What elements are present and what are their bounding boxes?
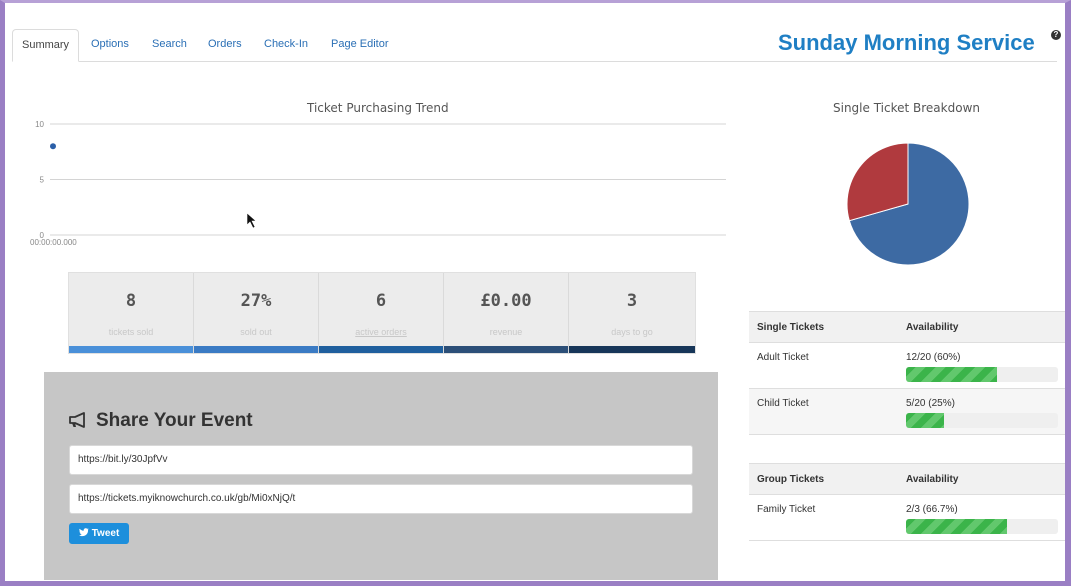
- tweet-button[interactable]: Tweet: [69, 523, 129, 544]
- stat-label: days to go: [611, 327, 653, 337]
- availability-bar-fill: [906, 519, 1008, 534]
- group-tickets-table: Group Tickets Availability Family Ticket…: [749, 463, 1065, 541]
- stat-sold-out: 27% sold out: [194, 273, 319, 353]
- trend-chart-title: Ticket Purchasing Trend: [307, 101, 449, 115]
- share-panel: Share Your Event https://bit.ly/30JpfVv …: [44, 372, 718, 580]
- short-url-field[interactable]: https://bit.ly/30JpfVv: [69, 445, 693, 475]
- table-header: Single Tickets Availability: [749, 311, 1065, 343]
- table-row: Child Ticket 5/20 (25%): [749, 389, 1065, 435]
- ticket-name: Family Ticket: [757, 504, 816, 515]
- header-tickets: Single Tickets: [757, 322, 825, 333]
- stat-label[interactable]: active orders: [319, 327, 443, 337]
- stats-panel: 8 tickets sold 27% sold out 6 active ord…: [68, 272, 696, 354]
- stat-value: 6: [375, 291, 387, 311]
- table-row: Family Ticket 2/3 (66.7%): [749, 495, 1065, 541]
- y-tick-label: 10: [35, 120, 44, 129]
- twitter-icon: [78, 528, 89, 537]
- stat-revenue: £0.00 revenue: [444, 273, 569, 353]
- share-title: Share Your Event: [68, 410, 253, 432]
- table-row: Adult Ticket 12/20 (60%): [749, 343, 1065, 389]
- stat-label: sold out: [240, 327, 272, 337]
- megaphone-icon: [69, 412, 85, 428]
- availability-bar: [906, 413, 1058, 428]
- stat-tickets-sold: 8 tickets sold: [69, 273, 194, 353]
- ticket-name: Adult Ticket: [757, 352, 809, 363]
- data-point: [50, 143, 56, 150]
- stat-value: £0.00: [480, 291, 532, 311]
- stat-color-bar: [569, 346, 695, 353]
- stat-color-bar: [319, 346, 443, 353]
- availability-bar-fill: [906, 367, 998, 382]
- header-availability: Availability: [906, 474, 959, 485]
- stat-color-bar: [69, 346, 193, 353]
- header-availability: Availability: [906, 322, 959, 333]
- stat-value: 27%: [240, 291, 272, 311]
- pie-chart: [846, 142, 970, 266]
- trend-chart: 105000:00:00.000: [30, 120, 726, 247]
- stat-value: 3: [626, 291, 638, 311]
- stat-label: tickets sold: [108, 327, 154, 337]
- y-tick-label: 5: [40, 176, 45, 185]
- tweet-label: Tweet: [91, 528, 120, 539]
- cursor-icon: [246, 212, 257, 229]
- ticket-availability: 2/3 (66.7%): [906, 504, 958, 515]
- stat-color-bar: [444, 346, 568, 353]
- pie-chart-title: Single Ticket Breakdown: [833, 101, 980, 115]
- ticket-name: Child Ticket: [757, 398, 809, 409]
- stat-value: 8: [125, 291, 137, 311]
- single-tickets-table: Single Tickets Availability Adult Ticket…: [749, 311, 1065, 435]
- share-title-text: Share Your Event: [96, 410, 253, 431]
- table-header: Group Tickets Availability: [749, 463, 1065, 495]
- stat-label: revenue: [489, 327, 523, 337]
- x-tick-label: 00:00:00.000: [30, 238, 77, 247]
- availability-bar: [906, 367, 1058, 382]
- availability-bar-fill: [906, 413, 944, 428]
- stat-active-orders[interactable]: 6 active orders: [319, 273, 444, 353]
- stat-days-to-go: 3 days to go: [569, 273, 695, 353]
- ticket-availability: 12/20 (60%): [906, 352, 961, 363]
- stat-color-bar: [194, 346, 318, 353]
- availability-bar: [906, 519, 1058, 534]
- header-tickets: Group Tickets: [757, 474, 825, 485]
- long-url-field[interactable]: https://tickets.myiknowchurch.co.uk/gb/M…: [69, 484, 693, 514]
- ticket-availability: 5/20 (25%): [906, 398, 955, 409]
